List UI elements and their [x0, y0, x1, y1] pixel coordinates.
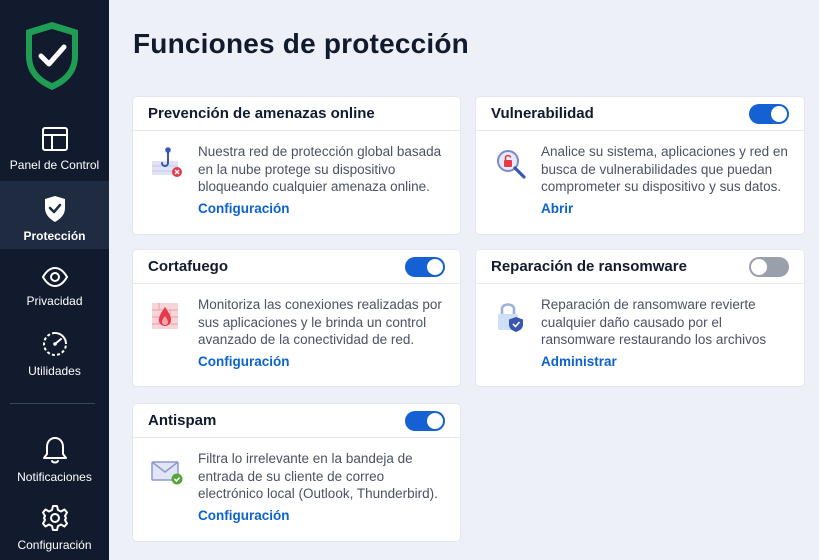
- ransomware-toggle[interactable]: [749, 256, 789, 277]
- card-body: Monitoriza las conexiones realizadas por…: [133, 284, 460, 371]
- toggle-knob: [427, 258, 443, 275]
- card-body: Filtra lo irrelevante en la bandeja de e…: [133, 438, 460, 525]
- brand-shield-logo-icon: [22, 20, 82, 92]
- configuration-link[interactable]: Configuración: [198, 508, 290, 523]
- open-link[interactable]: Abrir: [541, 201, 573, 216]
- firewall-toggle[interactable]: [405, 256, 445, 277]
- sidebar-item-protection[interactable]: Protección: [0, 181, 109, 249]
- toggle-knob: [771, 105, 787, 122]
- sidebar-item-notifications[interactable]: Notificaciones: [0, 436, 109, 504]
- configuration-link[interactable]: Configuración: [198, 201, 290, 216]
- sidebar-item-settings[interactable]: Configuración: [0, 504, 109, 560]
- card-vulnerability: Vulnerabilidad Analice su sistema, aplic…: [476, 97, 804, 234]
- sidebar-item-label: Panel de Control: [9, 158, 100, 172]
- shield-icon: [44, 196, 65, 222]
- card-header: Prevención de amenazas online: [133, 97, 460, 131]
- eye-icon: [41, 266, 68, 288]
- vulnerability-scan-icon: [497, 150, 526, 179]
- sidebar-item-label: Privacidad: [26, 294, 83, 308]
- dashboard-icon: [41, 127, 68, 151]
- manage-link[interactable]: Administrar: [541, 354, 617, 369]
- sidebar-item-label: Utilidades: [28, 364, 81, 378]
- card-title: Prevención de amenazas online: [148, 105, 375, 122]
- sidebar: Panel de Control Protección Privacidad U…: [0, 0, 109, 560]
- gear-icon: [41, 505, 68, 531]
- sidebar-item-label: Protección: [23, 229, 86, 243]
- page-title: Funciones de protección: [133, 28, 469, 59]
- sidebar-divider: [10, 403, 95, 404]
- card-body: Reparación de ransomware revierte cualqu…: [476, 284, 804, 371]
- vulnerability-toggle[interactable]: [749, 103, 789, 124]
- card-firewall: Cortafuego Monitoriza las conexiones rea…: [133, 250, 460, 386]
- card-description: Nuestra red de protección global basada …: [198, 144, 442, 194]
- sidebar-item-label: Notificaciones: [17, 470, 92, 484]
- configuration-link[interactable]: Configuración: [198, 354, 290, 369]
- sidebar-item-utilities[interactable]: Utilidades: [0, 330, 109, 398]
- card-title: Reparación de ransomware: [491, 258, 687, 275]
- toggle-knob: [751, 258, 767, 275]
- card-body: Nuestra red de protección global basada …: [133, 131, 460, 218]
- firewall-icon: [152, 303, 178, 329]
- card-header: Vulnerabilidad: [476, 97, 804, 131]
- card-header: Reparación de ransomware: [476, 250, 804, 284]
- ransomware-lock-icon: [498, 303, 523, 332]
- card-title: Vulnerabilidad: [491, 105, 594, 122]
- antispam-toggle[interactable]: [405, 410, 445, 431]
- card-header: Cortafuego: [133, 250, 460, 284]
- card-description: Filtra lo irrelevante en la bandeja de e…: [198, 451, 438, 501]
- card-title: Antispam: [148, 412, 217, 429]
- sidebar-item-label: Configuración: [17, 538, 92, 552]
- card-online-threat-prevention: Prevención de amenazas online Nuestra re…: [133, 97, 460, 234]
- toggle-knob: [427, 412, 443, 429]
- card-header: Antispam: [133, 404, 460, 438]
- phishing-hook-icon: [152, 147, 182, 177]
- card-description: Monitoriza las conexiones realizadas por…: [198, 297, 442, 347]
- card-ransomware-remediation: Reparación de ransomware Reparación de r…: [476, 250, 804, 386]
- card-description: Analice su sistema, aplicaciones y red e…: [541, 144, 788, 194]
- sidebar-item-privacy[interactable]: Privacidad: [0, 266, 109, 334]
- gauge-icon: [42, 332, 67, 356]
- card-title: Cortafuego: [148, 258, 228, 275]
- bell-icon: [42, 437, 67, 464]
- card-antispam: Antispam Filtra lo irrelevante en la ban…: [133, 404, 460, 541]
- card-description: Reparación de ransomware revierte cualqu…: [541, 297, 767, 347]
- antispam-mail-icon: [151, 461, 183, 485]
- card-body: Analice su sistema, aplicaciones y red e…: [476, 131, 804, 218]
